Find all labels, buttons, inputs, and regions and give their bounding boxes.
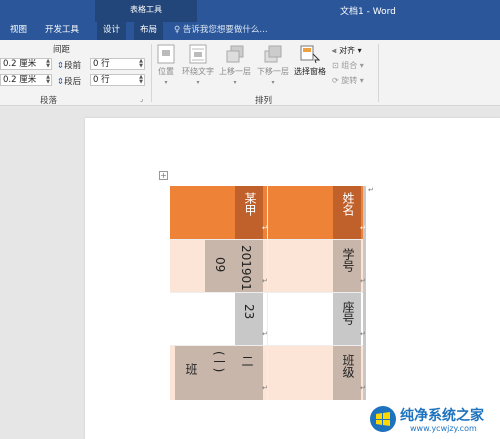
ribbon-tab-bar: 视图 开发工具 设计 布局 ♀ 告诉我您想要做什么...: [0, 22, 500, 40]
spinner-arrows-icon[interactable]: ▲ ▼: [139, 75, 143, 85]
group-button[interactable]: ⊡ 组合 ▾: [332, 60, 364, 71]
seat-number-label-cell[interactable]: 座号: [333, 292, 361, 345]
left-indent-field[interactable]: 0.2 厘米 ▲ ▼: [0, 58, 52, 70]
space-before-field[interactable]: 0 行 ▲ ▼: [90, 58, 145, 70]
watermark-name: 纯净系统之家: [400, 408, 484, 424]
right-indent-field[interactable]: 0.2 厘米 ▲ ▼: [0, 74, 52, 86]
send-backward-button[interactable]: 下移一层 ▾: [257, 44, 289, 86]
seat-number-cell[interactable]: 23: [235, 292, 263, 345]
align-icon: ⫷: [332, 46, 337, 55]
document-canvas: + 某甲 姓名 201901 09 学号 23 座号 二 (一) 班 班级 ↵ …: [0, 107, 500, 439]
class-cell[interactable]: 二 (一) 班: [175, 345, 263, 400]
document-page[interactable]: + 某甲 姓名 201901 09 学号 23 座号 二 (一) 班 班级 ↵ …: [85, 118, 500, 439]
arrange-group-name: 排列: [255, 96, 273, 106]
spinner-arrows-icon[interactable]: ▲ ▼: [139, 59, 143, 69]
align-button[interactable]: ⫷ 对齐 ▾: [332, 45, 362, 56]
ribbon-panel: 间距 0.2 厘米 ▲ ▼ 0.2 厘米 ▲ ▼ ⇕段前 0 行 ▲ ▼ ⇕段后 0 …: [0, 40, 500, 106]
class-text-2: (一): [212, 351, 226, 373]
class-label-cell[interactable]: 班级: [333, 345, 361, 400]
spacing-title: 间距: [53, 45, 71, 55]
class-text-1: 二: [240, 355, 254, 367]
wrap-text-button[interactable]: 环绕文字 ▾: [182, 44, 214, 86]
selection-pane-button[interactable]: 选择窗格: [294, 44, 326, 77]
cell-end-mark-icon: ↵: [360, 384, 366, 392]
header-value-cell[interactable]: 某甲: [235, 186, 263, 239]
space-after-label: ⇕段后: [57, 77, 82, 87]
cell-end-mark-icon: ↵: [360, 224, 366, 232]
student-id-label: 学号: [341, 248, 355, 272]
cell-end-mark-icon: ↵: [360, 277, 366, 285]
group-separator: [378, 44, 379, 102]
seat-number-label: 座号: [341, 301, 355, 325]
header-value-text: 某甲: [243, 192, 257, 216]
student-id-suffix-text: 09: [213, 257, 227, 273]
cell-end-mark-icon: ↵: [262, 384, 268, 392]
tab-developer[interactable]: 开发工具: [45, 22, 79, 40]
space-before-label: ⇕段前: [57, 61, 82, 71]
seat-number-text: 23: [242, 304, 256, 320]
header-label-text: 姓名: [341, 192, 355, 216]
position-icon: [157, 44, 175, 64]
cell-end-mark-icon: ↵: [262, 224, 268, 232]
document-title: 文档1 - Word: [340, 7, 396, 17]
cell-end-mark-icon: ↵: [262, 277, 268, 285]
send-backward-icon: [264, 45, 282, 63]
left-indent-value: 0.2 厘米: [3, 59, 37, 69]
spinner-arrows-icon[interactable]: ▲ ▼: [46, 59, 50, 69]
student-id-text: 201901: [239, 245, 253, 291]
table-tools-context-group: 表格工具: [95, 0, 197, 22]
space-after-field[interactable]: 0 行 ▲ ▼: [90, 74, 145, 86]
class-label: 班级: [341, 354, 355, 378]
table-gridline: [267, 186, 268, 400]
class-text-3: 班: [184, 363, 198, 375]
tell-me-search[interactable]: ♀ 告诉我您想要做什么...: [174, 22, 268, 40]
cell-end-mark-icon: ↵: [360, 330, 366, 338]
table-move-handle-icon[interactable]: +: [159, 171, 168, 180]
space-before-value: 0 行: [93, 59, 110, 69]
tab-table-design[interactable]: 设计: [97, 22, 127, 40]
header-label-cell[interactable]: 姓名: [333, 186, 361, 239]
position-button[interactable]: 位置 ▾: [157, 44, 175, 86]
group-icon: ⊡: [332, 61, 339, 70]
selection-pane-icon: [300, 45, 321, 64]
tab-table-layout[interactable]: 布局: [134, 22, 164, 40]
wrap-text-icon: [189, 44, 207, 64]
spinner-arrows-icon[interactable]: ▲ ▼: [46, 75, 50, 85]
table-right-border: [363, 186, 366, 400]
rotate-button[interactable]: ⟳ 旋转 ▾: [332, 75, 364, 86]
right-indent-value: 0.2 厘米: [3, 75, 37, 85]
group-separator: [151, 44, 152, 102]
row-end-mark-icon: ↵: [368, 186, 374, 194]
student-id-cell[interactable]: 201901 09: [205, 239, 263, 292]
watermark-url: www.ycwjzy.com: [410, 424, 477, 433]
rotate-icon: ⟳: [332, 76, 339, 85]
student-id-label-cell[interactable]: 学号: [333, 239, 361, 292]
cell-end-mark-icon: ↵: [262, 330, 268, 338]
space-after-value: 0 行: [93, 75, 110, 85]
bring-forward-button[interactable]: 上移一层 ▾: [219, 44, 251, 86]
paragraph-group-name: 段落: [40, 96, 58, 106]
watermark: 纯净系统之家 www.ycwjzy.com: [368, 400, 500, 439]
watermark-logo-icon: [370, 406, 396, 432]
title-bar: 表格工具 文档1 - Word: [0, 0, 500, 22]
dialog-launcher-icon[interactable]: ⌟: [140, 95, 143, 103]
bring-forward-icon: [226, 45, 244, 63]
table[interactable]: 某甲 姓名 201901 09 学号 23 座号 二 (一) 班 班级 ↵ ↵ …: [170, 186, 374, 402]
tab-view[interactable]: 视图: [10, 22, 27, 40]
